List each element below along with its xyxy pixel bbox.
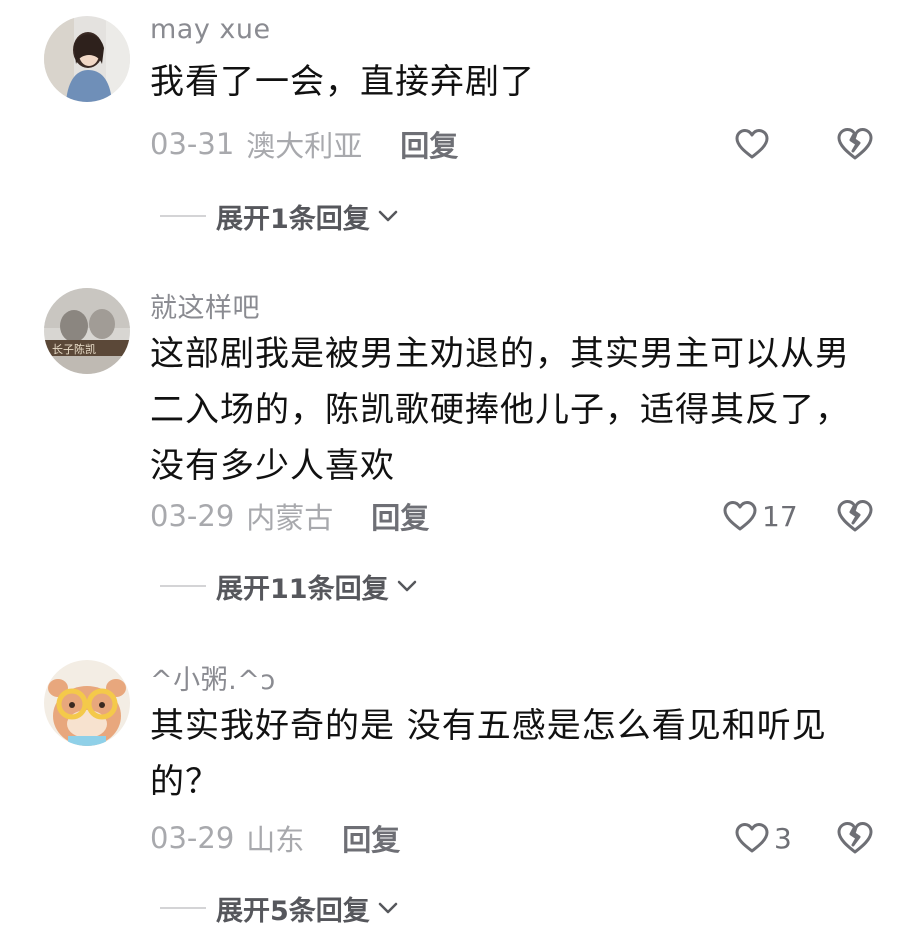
like-count: 17 bbox=[762, 499, 798, 533]
comment-meta: 03-29 山东 回复 bbox=[150, 818, 400, 858]
comment-text: 我看了一会，直接弃剧了 bbox=[150, 62, 535, 102]
avatar[interactable] bbox=[44, 660, 130, 746]
dislike-button[interactable] bbox=[834, 818, 876, 858]
comment-location: 内蒙古 bbox=[246, 501, 334, 535]
comment-text: 其实我好奇的是 没有五感是怎么看见和听见的？ bbox=[150, 706, 827, 802]
username[interactable]: 就这样吧 bbox=[150, 286, 260, 325]
divider-line bbox=[160, 907, 206, 909]
svg-text:长子陈凯: 长子陈凯 bbox=[52, 342, 96, 356]
heart-outline-icon bbox=[723, 501, 757, 531]
like-button[interactable]: 17 bbox=[722, 496, 798, 536]
divider-line bbox=[160, 585, 206, 587]
comment-location: 山东 bbox=[246, 823, 305, 857]
expand-replies-label: 展开11条回复 bbox=[216, 573, 389, 605]
comment-date: 03-31 bbox=[150, 127, 235, 161]
avatar[interactable]: 长子陈凯 bbox=[44, 288, 130, 374]
broken-heart-icon bbox=[837, 128, 873, 160]
heart-outline-icon bbox=[735, 129, 769, 159]
chevron-down-icon bbox=[397, 579, 417, 593]
divider-line bbox=[160, 215, 206, 217]
comment-date: 03-29 bbox=[150, 821, 235, 855]
broken-heart-icon bbox=[837, 500, 873, 532]
reply-button[interactable]: 回复 bbox=[342, 817, 400, 859]
dislike-button[interactable] bbox=[834, 496, 876, 536]
expand-replies-button[interactable]: 展开1条回复 bbox=[160, 196, 398, 236]
broken-heart-icon bbox=[837, 822, 873, 854]
comment-meta: 03-31 澳大利亚 回复 bbox=[150, 124, 458, 164]
like-button[interactable] bbox=[734, 124, 774, 164]
chevron-down-icon bbox=[378, 209, 398, 223]
comment-date: 03-29 bbox=[150, 499, 235, 533]
reply-button[interactable]: 回复 bbox=[371, 495, 429, 537]
expand-replies-button[interactable]: 展开5条回复 bbox=[160, 888, 398, 928]
reply-button[interactable]: 回复 bbox=[400, 123, 458, 165]
username[interactable]: may xue bbox=[150, 14, 271, 45]
like-count: 3 bbox=[774, 821, 792, 855]
like-button[interactable]: 3 bbox=[734, 818, 792, 858]
expand-replies-label: 展开5条回复 bbox=[216, 895, 370, 927]
expand-replies-button[interactable]: 展开11条回复 bbox=[160, 566, 417, 606]
expand-replies-label: 展开1条回复 bbox=[216, 203, 370, 235]
avatar[interactable] bbox=[44, 16, 130, 102]
comment-meta: 03-29 内蒙古 回复 bbox=[150, 496, 429, 536]
username[interactable]: ^小粥.^ↄ bbox=[150, 658, 276, 697]
comment-location: 澳大利亚 bbox=[246, 129, 363, 163]
dislike-button[interactable] bbox=[834, 124, 876, 164]
comment-text: 这部剧我是被男主劝退的，其实男主可以从男二入场的，陈凯歌硬捧他儿子，适得其反了，… bbox=[150, 334, 850, 486]
heart-outline-icon bbox=[735, 823, 769, 853]
chevron-down-icon bbox=[378, 901, 398, 915]
